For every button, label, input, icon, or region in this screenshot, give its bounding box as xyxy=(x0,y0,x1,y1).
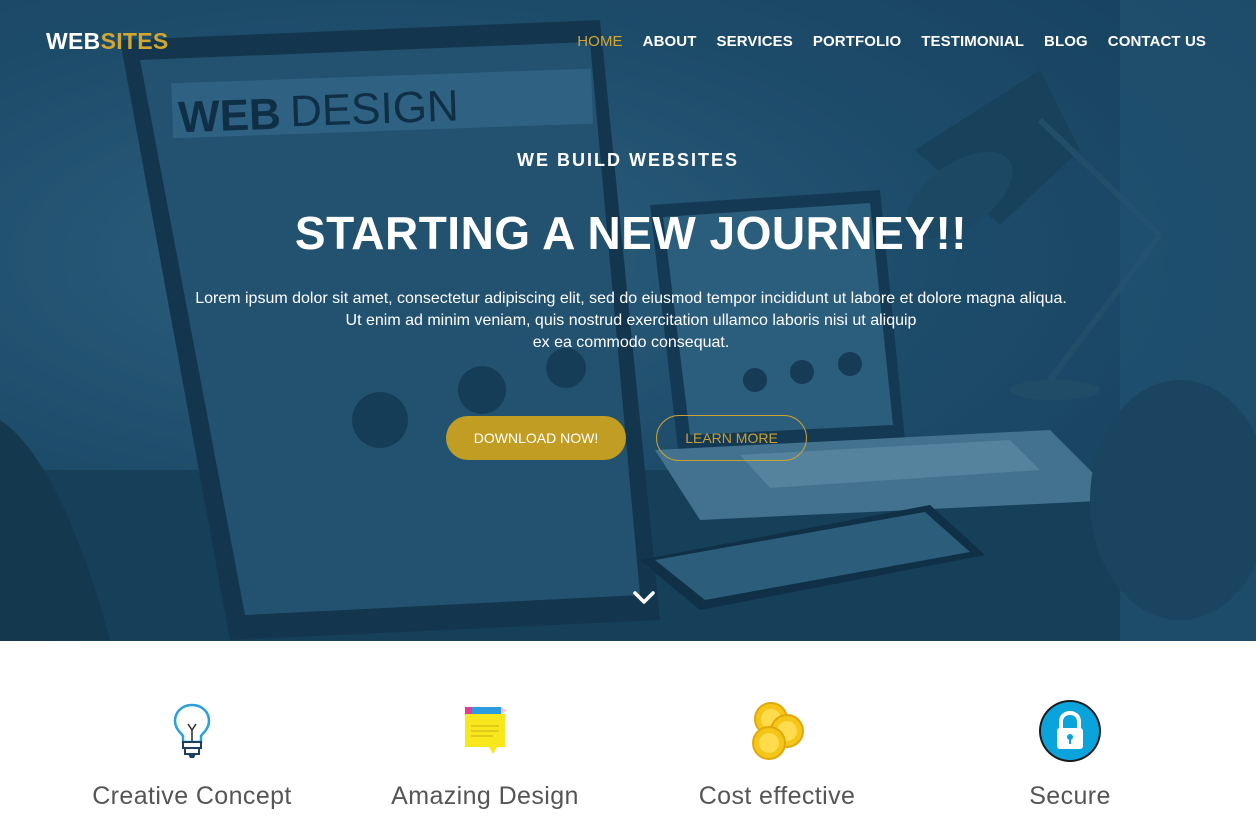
lock-icon xyxy=(1039,700,1101,762)
brand-logo[interactable]: WEBSITES xyxy=(46,28,169,55)
feature-title: Amazing Design xyxy=(391,782,579,810)
learn-more-button[interactable]: LEARN MORE xyxy=(656,415,807,461)
coins-icon xyxy=(752,702,804,760)
feature-title: Secure xyxy=(1029,782,1111,810)
nav-item-testimonial[interactable]: TESTIMONIAL xyxy=(921,33,1024,50)
nav-item-contact-us[interactable]: CONTACT US xyxy=(1108,33,1206,50)
feature-title: Cost effective xyxy=(698,782,856,810)
brand-logo-part2: SITES xyxy=(100,28,169,54)
features-section: Creative Concept Amazing Design Cost eff… xyxy=(0,641,1256,826)
main-nav: HOME ABOUT SERVICES PORTFOLIO TESTIMONIA… xyxy=(577,33,1206,50)
hero-description: Lorem ipsum dolor sit amet, consectetur … xyxy=(160,288,1102,354)
feature-title: Creative Concept xyxy=(92,782,292,810)
nav-item-blog[interactable]: BLOG xyxy=(1044,33,1088,50)
hero-description-line2: Ut enim ad minim veniam, quis nostrud ex… xyxy=(345,312,917,329)
hero-description-line3: ex ea commodo consequat. xyxy=(532,334,730,351)
nav-item-home[interactable]: HOME xyxy=(577,33,622,50)
hero-section: WEB DESIGN WEBSITES HOME ABOUT SERVICES … xyxy=(0,0,1256,641)
nav-item-portfolio[interactable]: PORTFOLIO xyxy=(813,33,901,50)
hero-headline: STARTING A NEW JOURNEY!! xyxy=(294,207,968,259)
lightbulb-icon xyxy=(173,703,211,758)
hero-description-line1: Lorem ipsum dolor sit amet, consectetur … xyxy=(195,290,1067,307)
sticky-note-icon xyxy=(465,707,507,754)
chevron-down-icon[interactable] xyxy=(631,589,657,607)
brand-logo-part1: WEB xyxy=(46,28,101,54)
download-now-button[interactable]: DOWNLOAD NOW! xyxy=(446,416,626,460)
nav-item-about[interactable]: ABOUT xyxy=(643,33,697,50)
nav-item-services[interactable]: SERVICES xyxy=(716,33,792,50)
hero-kicker: WE BUILD WEBSITES xyxy=(517,150,739,170)
